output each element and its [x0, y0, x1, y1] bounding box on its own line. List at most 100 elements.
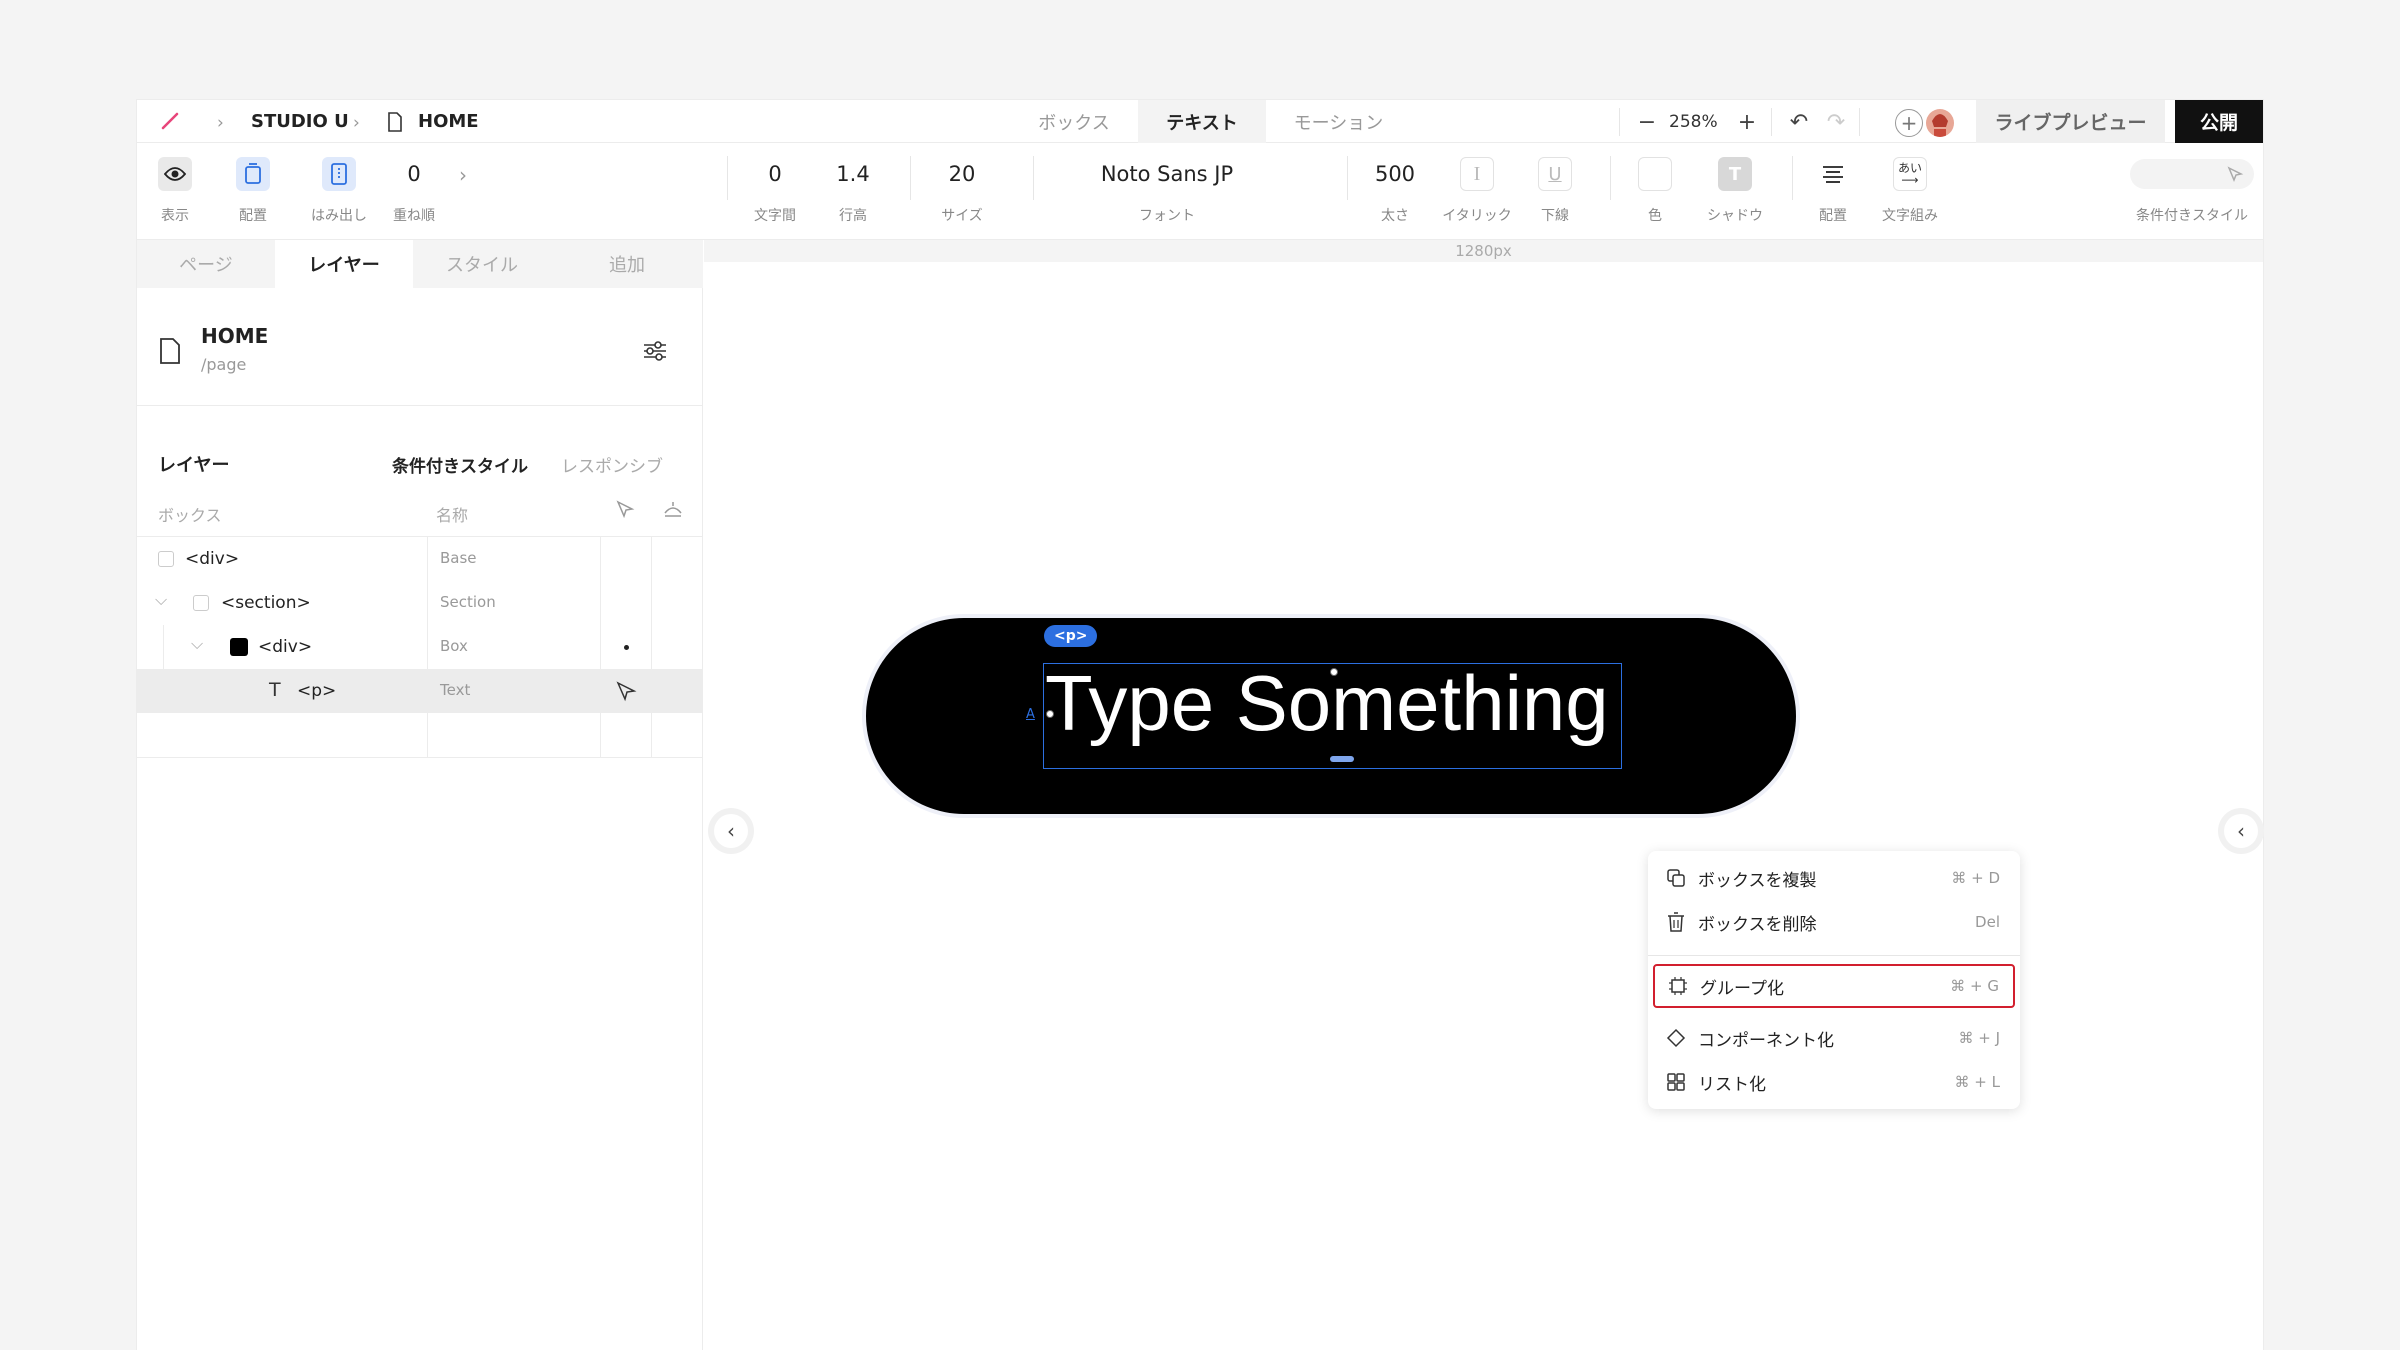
page-path: /page — [201, 355, 247, 374]
undo-icon[interactable]: ↶ — [1786, 109, 1812, 135]
settings-sliders-icon[interactable] — [642, 338, 668, 364]
chevron-down-icon[interactable]: ⌵ — [155, 590, 167, 610]
tab-styles[interactable]: スタイル — [413, 240, 551, 288]
eye-icon[interactable] — [158, 157, 192, 191]
letter-spacing-tool[interactable]: 0 文字間 — [743, 143, 807, 240]
tool-label: 条件付きスタイル — [2136, 208, 2248, 224]
font-size-tool[interactable]: 20 サイズ — [926, 143, 998, 240]
line-height-tool[interactable]: 1.4 行高 — [821, 143, 885, 240]
resize-handle[interactable] — [1330, 668, 1338, 676]
color-swatch[interactable] — [1638, 157, 1672, 191]
overflow-icon[interactable] — [322, 157, 356, 191]
layout-tool[interactable]: 配置 — [227, 143, 279, 240]
layer-row[interactable]: <div> Base — [137, 537, 703, 581]
divider — [1859, 108, 1860, 136]
tab-add[interactable]: 追加 — [551, 240, 703, 288]
resize-handle[interactable] — [1330, 756, 1354, 762]
add-member-icon[interactable]: + — [1895, 109, 1923, 137]
breadcrumb-project[interactable]: STUDIO U — [251, 100, 349, 143]
italic-tool[interactable]: I イタリック — [1437, 143, 1517, 240]
underline-icon[interactable]: U — [1538, 157, 1572, 191]
resize-handle[interactable] — [1046, 710, 1054, 718]
zoom-in-icon[interactable]: + — [1734, 109, 1760, 135]
live-preview-button[interactable]: ライブプレビュー — [1976, 100, 2165, 143]
divider — [1033, 156, 1034, 200]
design-canvas[interactable]: 1280px ‹ ‹ Type Something <p> A ボックスを複製 … — [704, 240, 2263, 1350]
menu-item-label: グループ化 — [1700, 978, 1784, 999]
menu-item-delete[interactable]: ボックスを削除 Del — [1648, 900, 2020, 944]
color-swatch — [230, 638, 248, 656]
avatar[interactable] — [1926, 109, 1954, 137]
chevron-down-icon[interactable]: ⌵ — [191, 634, 203, 654]
responsive-tab[interactable]: レスポンシブ — [561, 452, 663, 477]
tab-motion[interactable]: モーション — [1266, 100, 1411, 143]
text-align-tool[interactable]: 配置 — [1809, 143, 1857, 240]
z-order-tool[interactable]: 0 重ね順 — [383, 143, 445, 240]
overflow-tool[interactable]: はみ出し — [299, 143, 379, 240]
shadow-icon[interactable]: T — [1718, 157, 1752, 191]
tab-layers[interactable]: レイヤー — [275, 240, 413, 288]
layer-checkbox[interactable] — [158, 551, 174, 567]
layer-name: Section — [440, 593, 496, 611]
editor-window: › STUDIO U › HOME ボックス テキスト モーション − 258%… — [137, 100, 2263, 1350]
menu-item-group[interactable]: グループ化 ⌘ + G — [1653, 964, 2015, 1008]
font-family-tool[interactable]: Noto Sans JP フォント — [1057, 143, 1277, 240]
divider — [727, 156, 728, 200]
conditional-style-tool[interactable]: 条件付きスタイル — [2127, 143, 2257, 240]
tab-text[interactable]: テキスト — [1138, 100, 1266, 143]
tab-pages[interactable]: ページ — [137, 240, 275, 288]
tree-guide — [163, 625, 164, 713]
trash-icon — [1665, 911, 1687, 933]
font-weight-tool[interactable]: 500 太さ — [1363, 143, 1427, 240]
chevron-left-icon[interactable]: ‹ — [714, 814, 748, 848]
zoom-level[interactable]: 258% — [1669, 112, 1718, 132]
align-icon[interactable] — [236, 157, 270, 191]
visibility-tool[interactable]: 表示 — [149, 143, 201, 240]
layer-tag: <div> — [258, 637, 313, 657]
font-size-value[interactable]: 20 — [949, 143, 976, 205]
layer-row[interactable]: ⌵ <section> Section — [137, 581, 703, 625]
divider — [910, 156, 911, 200]
pointer-icon[interactable] — [615, 499, 635, 519]
typesetting-icon[interactable]: あい ⟶ — [1893, 157, 1927, 191]
line-height-value[interactable]: 1.4 — [836, 143, 869, 205]
menu-shortcut: ⌘ + G — [1950, 977, 1999, 995]
breadcrumb-page[interactable]: HOME — [418, 100, 479, 143]
typesetting-tool[interactable]: あい ⟶ 文字組み — [1875, 143, 1945, 240]
publish-button[interactable]: 公開 — [2175, 100, 2263, 143]
page-icon — [160, 338, 180, 364]
redo-icon[interactable]: ↷ — [1823, 109, 1849, 135]
menu-item-duplicate[interactable]: ボックスを複製 ⌘ + D — [1648, 856, 2020, 900]
pointer-icon[interactable] — [615, 680, 637, 702]
visibility-column-icon[interactable] — [663, 499, 683, 519]
menu-shortcut: ⌘ + J — [1958, 1029, 2000, 1047]
layers-title: レイヤー — [158, 455, 230, 476]
tool-label: はみ出し — [311, 208, 367, 224]
conditional-style-tab[interactable]: 条件付きスタイル — [392, 452, 528, 477]
left-panel: ページ レイヤー スタイル 追加 HOME /page レイヤー 条件付きスタイ… — [137, 240, 703, 1350]
chevron-right-icon[interactable]: › — [459, 163, 467, 187]
menu-item-componentize[interactable]: コンポーネント化 ⌘ + J — [1648, 1016, 2020, 1060]
divider — [600, 537, 601, 757]
letter-spacing-value[interactable]: 0 — [768, 143, 781, 205]
layer-checkbox[interactable] — [193, 595, 209, 611]
underline-tool[interactable]: U 下線 — [1525, 143, 1585, 240]
z-order-value[interactable]: 0 — [407, 143, 420, 205]
tab-box[interactable]: ボックス — [1010, 100, 1138, 143]
font-weight-value[interactable]: 500 — [1375, 143, 1415, 205]
zoom-out-icon[interactable]: − — [1634, 109, 1660, 135]
shadow-tool[interactable]: T シャドウ — [1703, 143, 1767, 240]
layer-row-selected[interactable]: T <p> Text — [137, 669, 703, 713]
divider — [1619, 108, 1620, 136]
color-tool[interactable]: 色 — [1631, 143, 1679, 240]
tool-label: イタリック — [1442, 208, 1512, 224]
conditional-style-toggle[interactable] — [2130, 159, 2254, 189]
studio-logo-icon[interactable] — [159, 110, 181, 132]
layer-row[interactable]: ⌵ <div> Box — [137, 625, 703, 669]
font-family-value[interactable]: Noto Sans JP — [1101, 143, 1233, 205]
italic-icon[interactable]: I — [1460, 157, 1494, 191]
chevron-left-icon[interactable]: ‹ — [2224, 814, 2258, 848]
align-center-icon[interactable] — [1820, 164, 1846, 184]
menu-item-list[interactable]: リスト化 ⌘ + L — [1648, 1060, 2020, 1104]
column-header-box: ボックス — [158, 506, 222, 525]
